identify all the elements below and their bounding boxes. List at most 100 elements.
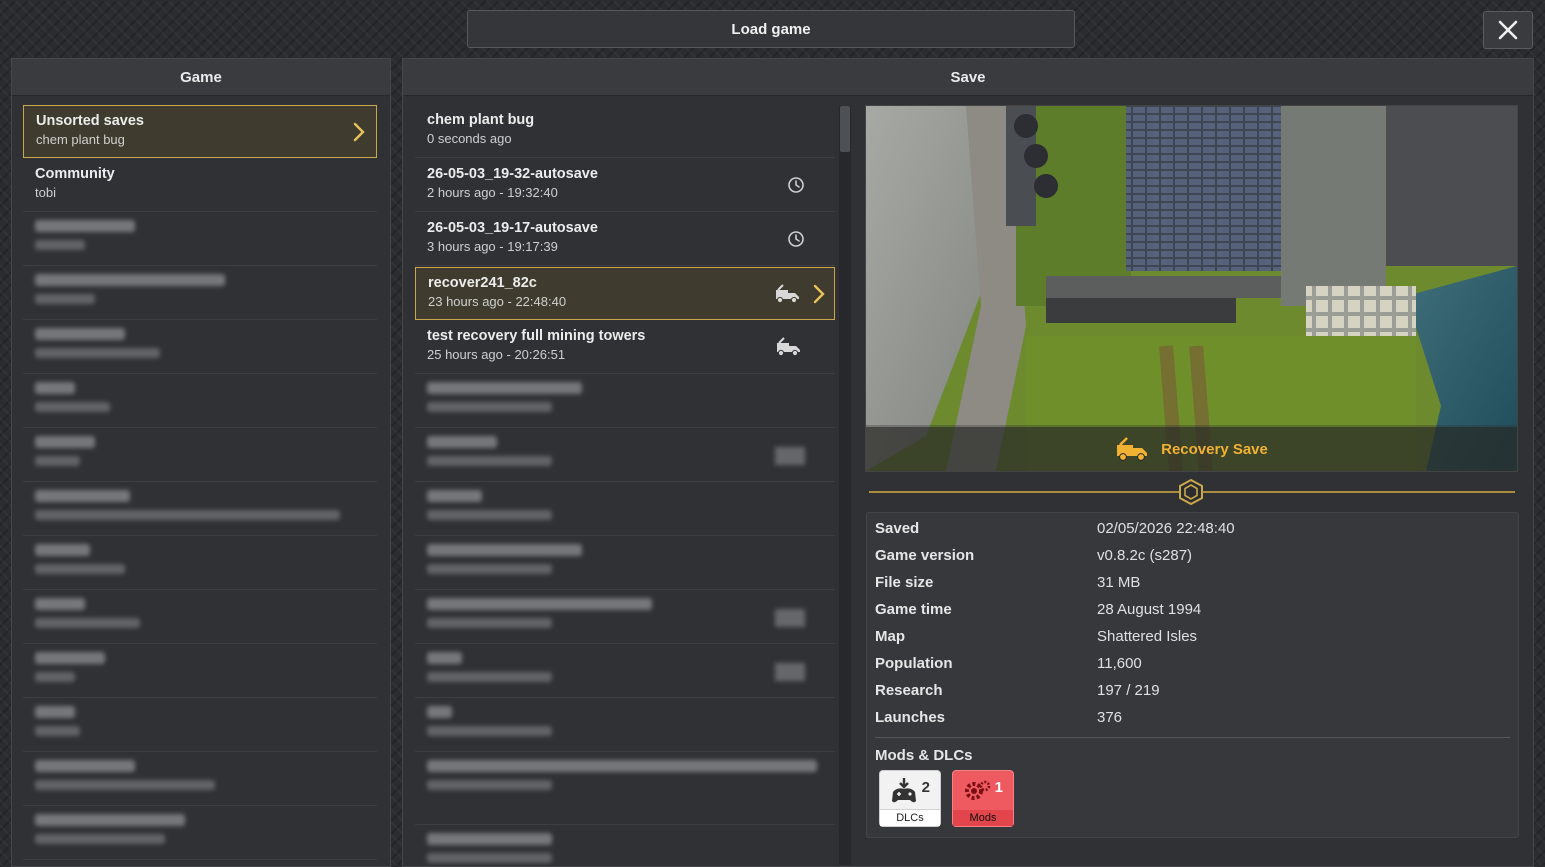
obscured-title [427,833,552,845]
obscured-list-item[interactable] [23,807,377,860]
obscured-list-item[interactable] [415,591,835,644]
obscured-list-item[interactable] [415,753,835,825]
obscured-list-item[interactable] [415,826,835,865]
hexagon-ornament-icon [1179,479,1203,505]
save-item[interactable]: chem plant bug 0 seconds ago [415,105,835,158]
obscured-title [35,760,135,772]
gamepad-download-icon [892,778,916,803]
obscured-list-item[interactable] [23,321,377,374]
obscured-title [35,382,75,394]
obscured-list-item[interactable] [23,213,377,266]
detail-value: 376 [1097,709,1123,726]
gear-icon [965,780,991,800]
save-item-title: test recovery full mining towers [427,328,646,344]
obscured-subtitle [427,726,552,736]
dlcs-label: DLCs [880,809,940,826]
detail-key: Game time [875,601,952,618]
obscured-subtitle [35,294,95,304]
clock-icon [788,177,804,193]
obscured-icon [775,609,805,627]
detail-key: Map [875,628,905,645]
obscured-subtitle [35,726,80,736]
obscured-subtitle [35,780,215,790]
save-item[interactable]: test recovery full mining towers 25 hour… [415,321,835,374]
game-item-community[interactable]: Community tobi [23,159,377,212]
factory-screenshot [866,106,1517,471]
obscured-list-item[interactable] [415,429,835,482]
save-item-title: 26-05-03_19-17-autosave [427,220,598,236]
save-panel-header: Save [403,59,1533,96]
obscured-list-item[interactable] [23,483,377,536]
obscured-list-item[interactable] [23,375,377,428]
obscured-list-item[interactable] [23,699,377,752]
game-list[interactable]: Unsorted saves chem plant bug Community … [23,105,377,865]
obscured-subtitle [35,510,340,520]
scrollbar-thumb[interactable] [840,106,850,152]
mods-label: Mods [953,810,1013,826]
detail-key: Game version [875,547,975,564]
obscured-subtitle [427,780,552,790]
save-item-title: recover241_82c [428,275,537,291]
save-list[interactable]: chem plant bug 0 seconds ago 26-05-03_19… [415,105,835,865]
save-item[interactable]: 26-05-03_19-32-autosave 2 hours ago - 19… [415,159,835,212]
game-panel: Game Unsorted saves chem plant bug Commu… [11,58,391,867]
save-preview-image: Recovery Save [865,105,1518,472]
obscured-subtitle [35,618,140,628]
obscured-subtitle [35,402,110,412]
obscured-subtitle [427,618,552,628]
obscured-list-item[interactable] [23,267,377,320]
mods-count: 1 [994,779,1003,796]
save-item[interactable]: 26-05-03_19-17-autosave 3 hours ago - 19… [415,213,835,266]
chevron-right-icon [353,122,365,142]
game-item-title: Unsorted saves [36,113,144,129]
obscured-title [427,706,452,718]
detail-key: Saved [875,520,920,537]
save-item-selected[interactable]: recover241_82c 23 hours ago - 22:48:40 [415,267,835,320]
save-item-title: 26-05-03_19-32-autosave [427,166,598,182]
detail-value: 28 August 1994 [1097,601,1202,618]
close-button[interactable] [1483,11,1533,49]
dlcs-badge[interactable]: 2 DLCs [879,770,941,827]
obscured-list-item[interactable] [415,537,835,590]
obscured-subtitle [35,834,165,844]
obscured-title [427,652,462,664]
obscured-title [35,814,185,826]
obscured-list-item[interactable] [23,429,377,482]
clock-icon [788,231,804,247]
game-panel-header: Game [12,59,390,96]
obscured-list-item[interactable] [415,645,835,698]
save-item-subtitle: 25 hours ago - 20:26:51 [427,347,566,362]
obscured-list-item[interactable] [23,645,377,698]
game-item-unsorted-saves[interactable]: Unsorted saves chem plant bug [23,105,377,158]
detail-value: 197 / 219 [1097,682,1160,699]
obscured-list-item[interactable] [415,375,835,428]
obscured-subtitle [35,240,85,250]
obscured-title [35,274,225,286]
obscured-list-item[interactable] [23,591,377,644]
obscured-subtitle [427,456,552,466]
obscured-title [427,760,817,772]
detail-value: 11,600 [1097,655,1142,672]
game-item-subtitle: tobi [35,185,56,200]
obscured-subtitle [35,348,160,358]
detail-value: 31 MB [1097,574,1141,591]
window-title: Load game [467,10,1075,48]
obscured-list-item[interactable] [23,537,377,590]
obscured-subtitle [427,510,552,520]
save-list-scrollbar[interactable] [839,106,851,865]
recovery-truck-icon [776,284,799,304]
obscured-list-item[interactable] [23,753,377,806]
recovery-save-label: Recovery Save [1161,440,1268,458]
detail-key: Population [875,655,953,672]
obscured-subtitle [35,456,80,466]
mods-badge[interactable]: 1 Mods [952,770,1014,827]
obscured-list-item[interactable] [415,699,835,752]
detail-value: Shattered Isles [1097,628,1198,645]
obscured-title [35,436,95,448]
obscured-subtitle [427,853,552,863]
recovery-truck-icon [1117,437,1148,461]
obscured-list-item[interactable] [415,483,835,536]
obscured-title [35,544,90,556]
chevron-right-icon [813,284,825,304]
obscured-subtitle [427,402,552,412]
